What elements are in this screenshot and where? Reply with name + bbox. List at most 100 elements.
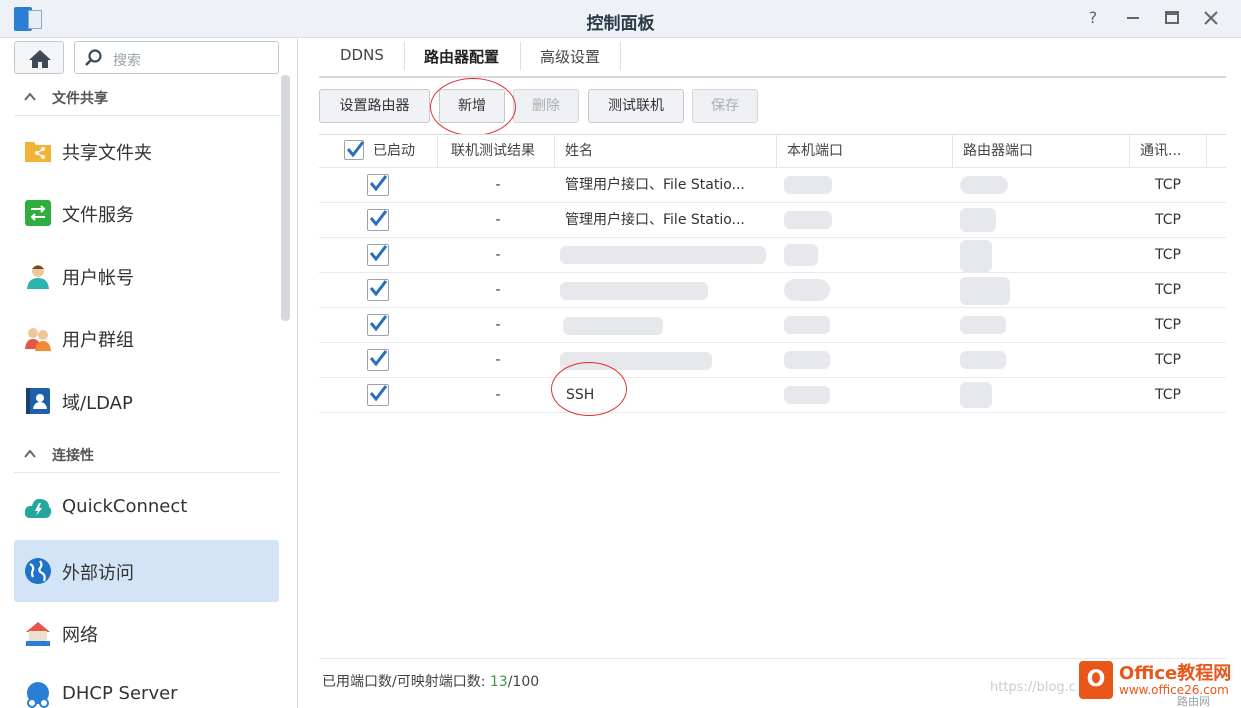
cell-test-result: - bbox=[495, 247, 501, 263]
port-usage-label: 已用端口数/可映射端口数: bbox=[322, 674, 486, 690]
tab-bar: DDNS 路由器配置 高级设置 bbox=[319, 38, 1226, 78]
row-enabled-checkbox[interactable] bbox=[367, 244, 389, 266]
close-icon[interactable] bbox=[1200, 7, 1222, 29]
maximize-icon[interactable] bbox=[1161, 7, 1183, 29]
sidebar-item-shared-folder[interactable]: 共享文件夹 bbox=[14, 120, 279, 182]
cell-test-result: - bbox=[495, 177, 501, 193]
row-enabled-checkbox[interactable] bbox=[367, 349, 389, 371]
ldap-icon bbox=[26, 388, 50, 414]
annotation-circle-add bbox=[430, 78, 516, 136]
section-label: 文件共享 bbox=[52, 91, 108, 107]
sidebar-item-network[interactable]: 网络 bbox=[14, 602, 279, 664]
table-row[interactable]: - TCP bbox=[319, 343, 1226, 378]
table-row[interactable]: - SSH TCP bbox=[319, 378, 1226, 413]
logo-sub: 路由网 bbox=[1177, 695, 1210, 708]
cell-protocol: TCP bbox=[1155, 282, 1181, 298]
cell-protocol: TCP bbox=[1155, 212, 1181, 228]
redacted-local-port bbox=[784, 351, 830, 369]
sidebar-item-label: 网络 bbox=[62, 625, 98, 646]
network-icon bbox=[26, 622, 50, 646]
sidebar-item-label: 用户群组 bbox=[62, 330, 134, 351]
cell-test-result: - bbox=[495, 352, 501, 368]
shared-folder-icon bbox=[25, 142, 51, 162]
section-file-sharing[interactable]: 文件共享 bbox=[14, 78, 280, 116]
checkmark-icon bbox=[369, 280, 388, 297]
redacted-router-port bbox=[960, 208, 996, 232]
cell-name: 管理用户接口、File Statio... bbox=[565, 177, 745, 193]
sidebar-item-file-services[interactable]: 文件服务 bbox=[14, 182, 279, 244]
redacted-router-port bbox=[960, 351, 1006, 369]
row-enabled-checkbox[interactable] bbox=[367, 279, 389, 301]
tab-router-config[interactable]: 路由器配置 bbox=[424, 46, 499, 67]
sidebar-scrollbar[interactable] bbox=[281, 75, 290, 321]
checkmark-icon bbox=[369, 385, 388, 402]
chevron-up-icon bbox=[24, 92, 36, 101]
section-connectivity[interactable]: 连接性 bbox=[14, 435, 280, 473]
cell-test-result: - bbox=[495, 282, 501, 298]
sidebar-item-label: 外部访问 bbox=[62, 563, 134, 584]
checkmark-icon bbox=[369, 245, 388, 262]
globe-icon bbox=[25, 558, 51, 584]
col-test-result[interactable]: 联机测试结果 bbox=[441, 135, 555, 167]
sidebar-item-label: 共享文件夹 bbox=[62, 143, 152, 164]
col-enabled[interactable]: 已启动 bbox=[363, 135, 443, 167]
row-enabled-checkbox[interactable] bbox=[367, 384, 389, 406]
table-row[interactable]: - TCP bbox=[319, 273, 1226, 308]
annotation-circle-ssh bbox=[551, 362, 627, 416]
window-title: 控制面板 bbox=[586, 14, 655, 34]
sidebar-item-quickconnect[interactable]: QuickConnect bbox=[14, 477, 279, 539]
col-protocol[interactable]: 通讯... bbox=[1130, 135, 1206, 167]
delete-button[interactable]: 删除 bbox=[513, 89, 579, 123]
col-router-port[interactable]: 路由器端口 bbox=[953, 135, 1128, 167]
cell-name: 管理用户接口、File Statio... bbox=[565, 212, 745, 228]
sidebar-item-dhcp[interactable]: DHCP Server bbox=[14, 664, 279, 708]
table-header: 已启动 联机测试结果 姓名 本机端口 路由器端口 通讯... bbox=[319, 134, 1226, 168]
help-icon[interactable]: ? bbox=[1082, 7, 1104, 29]
blog-watermark: https://blog.c bbox=[990, 680, 1076, 695]
table-row[interactable]: - 管理用户接口、File Statio... TCP bbox=[319, 168, 1226, 203]
setup-router-button[interactable]: 设置路由器 bbox=[319, 89, 430, 123]
ports-total-count: /100 bbox=[507, 674, 540, 690]
table-row[interactable]: - 管理用户接口、File Statio... TCP bbox=[319, 203, 1226, 238]
minimize-icon[interactable] bbox=[1122, 7, 1144, 29]
port-usage-text: 已用端口数/可映射端口数: 13/100 bbox=[322, 671, 539, 691]
row-enabled-checkbox[interactable] bbox=[367, 209, 389, 231]
sidebar-item-label: QuickConnect bbox=[62, 496, 188, 517]
redacted-local-port bbox=[784, 176, 832, 194]
table-row[interactable]: - TCP bbox=[319, 308, 1226, 343]
main-panel: DDNS 路由器配置 高级设置 设置路由器 新增 删除 测试联机 保存 已启动 … bbox=[299, 38, 1241, 708]
row-enabled-checkbox[interactable] bbox=[367, 314, 389, 336]
save-button[interactable]: 保存 bbox=[692, 89, 758, 123]
cell-protocol: TCP bbox=[1155, 317, 1181, 333]
sidebar-item-group[interactable]: 用户群组 bbox=[14, 307, 279, 369]
redacted-local-port bbox=[784, 211, 832, 229]
checkmark-icon bbox=[369, 315, 388, 332]
checkmark-icon bbox=[369, 210, 388, 227]
sidebar-item-label: 文件服务 bbox=[62, 205, 134, 226]
tab-ddns[interactable]: DDNS bbox=[340, 46, 384, 64]
ports-used-count: 13 bbox=[489, 674, 508, 690]
redacted-name bbox=[560, 282, 708, 300]
office26-watermark-logo: O Office教程网 www.office26.com 路由网 bbox=[1079, 659, 1241, 708]
sidebar-item-user[interactable]: 用户帐号 bbox=[14, 245, 279, 307]
cell-protocol: TCP bbox=[1155, 247, 1181, 263]
row-enabled-checkbox[interactable] bbox=[367, 174, 389, 196]
select-all-checkbox[interactable] bbox=[344, 140, 365, 160]
search-box[interactable]: 搜索 bbox=[74, 41, 279, 74]
col-name[interactable]: 姓名 bbox=[555, 135, 775, 167]
file-services-icon bbox=[25, 200, 51, 226]
sidebar-item-ldap[interactable]: 域/LDAP bbox=[14, 370, 279, 432]
redacted-local-port bbox=[784, 386, 830, 404]
col-local-port[interactable]: 本机端口 bbox=[777, 135, 952, 167]
sidebar-item-external-access[interactable]: 外部访问 bbox=[14, 540, 279, 602]
logo-url: www.office26.com bbox=[1119, 683, 1229, 697]
home-button[interactable] bbox=[14, 41, 64, 74]
group-icon bbox=[25, 328, 51, 351]
table-row[interactable]: - TCP bbox=[319, 238, 1226, 273]
user-icon bbox=[27, 265, 49, 289]
sidebar: 搜索 文件共享 共享文件夹 文件服务 用户帐号 用户群组 域/LDAP 连接性 … bbox=[0, 38, 298, 708]
title-bar: 控制面板 ? bbox=[0, 0, 1241, 38]
search-input[interactable]: 搜索 bbox=[113, 50, 141, 70]
test-connection-button[interactable]: 测试联机 bbox=[588, 89, 684, 123]
tab-advanced[interactable]: 高级设置 bbox=[540, 46, 600, 67]
